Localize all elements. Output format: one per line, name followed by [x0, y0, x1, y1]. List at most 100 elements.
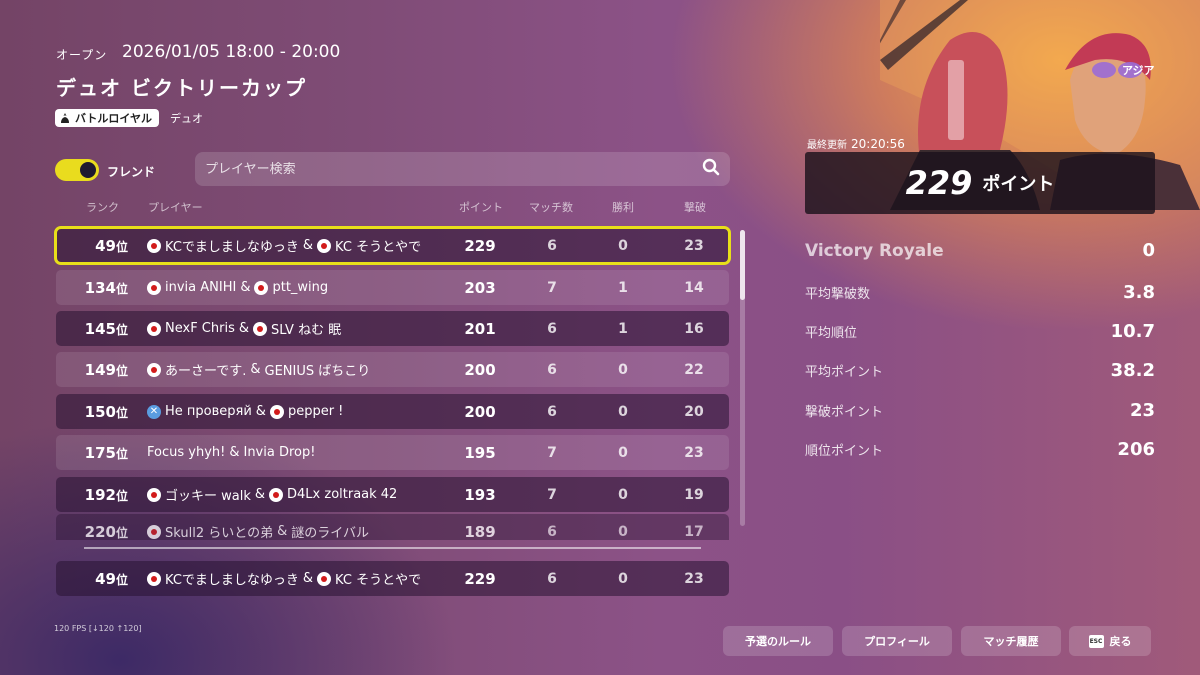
match-history-button[interactable]: マッチ履歴: [961, 626, 1061, 656]
elims-cell: 19: [684, 486, 704, 503]
player-cell: KCでましましなゆっき & KC そうとやで: [147, 569, 421, 588]
rank-cell: 49位: [95, 236, 128, 255]
player-name: Не проверяй: [165, 404, 252, 419]
japan-flag-icon: [147, 362, 161, 377]
total-points: 229: [905, 164, 973, 202]
japan-flag-icon: [147, 238, 161, 253]
stat-value: 0: [1142, 240, 1155, 261]
stat-row: 平均ポイント 38.2: [805, 360, 1155, 381]
table-row-selected[interactable]: 49位 KCでましましなゆっき & KC そうとやで 229 6 0 23: [54, 226, 731, 265]
table-row[interactable]: 149位 あーさーです. & GENIUS ばちこり 200 6 0 22: [56, 352, 729, 387]
japan-flag-icon: [147, 524, 161, 539]
table-row[interactable]: 134位 invia ANIHI & ptt_wing 203 7 1 14: [56, 270, 729, 305]
player-cell: あーさーです. & GENIUS ばちこり: [147, 360, 370, 379]
mode-sub-label: デュオ: [170, 112, 203, 125]
japan-flag-icon: [254, 280, 269, 295]
japan-flag-icon: [147, 571, 161, 586]
player-search-input[interactable]: [205, 161, 675, 177]
points-unit: ポイント: [982, 174, 1055, 195]
wins-cell: 0: [618, 486, 628, 503]
scrollbar-thumb[interactable]: [740, 230, 745, 300]
rank-cell: 134位: [84, 278, 128, 297]
points-cell: 201: [464, 319, 496, 338]
points-cell: 200: [464, 402, 496, 421]
back-button[interactable]: ESC 戻る: [1069, 626, 1151, 656]
matches-cell: 6: [547, 361, 557, 378]
stat-label: Victory Royale: [805, 240, 944, 261]
player-name: Focus yhyh!: [147, 445, 226, 460]
wins-cell: 0: [618, 444, 628, 461]
last-updated: 最終更新 20:20:56: [807, 137, 905, 151]
rank-cell: 220位: [84, 522, 128, 541]
page-title: デュオ ビクトリーカップ: [56, 76, 307, 100]
japan-flag-icon: [269, 404, 284, 419]
japan-flag-icon: [252, 321, 267, 336]
stat-label: 撃破ポイント: [805, 405, 884, 420]
esc-key-icon: ESC: [1088, 634, 1104, 648]
player-cell: Skull2 らいとの弟 & 謎のライバル: [147, 522, 369, 540]
elims-cell: 23: [684, 570, 704, 587]
pinned-player-row[interactable]: 49位 KCでましましなゆっき & KC そうとやで 229 6 0 23: [56, 561, 729, 596]
tournament-datetime: 2026/01/05 18:00 - 20:00: [122, 42, 341, 62]
table-row[interactable]: 220位 Skull2 らいとの弟 & 謎のライバル 189 6 0 17: [56, 514, 729, 540]
table-row[interactable]: 150位 Не проверяй&pepper ! 200 6 0 20: [56, 394, 729, 429]
rank-cell: 192位: [84, 485, 128, 504]
friends-toggle[interactable]: [55, 159, 99, 181]
japan-flag-icon: [317, 571, 332, 586]
table-row[interactable]: 145位 NexF Chris & SLV ねむ 眠 201 6 1 16: [56, 311, 729, 346]
mode-badge: バトルロイヤル: [55, 109, 159, 127]
player-search-box[interactable]: [195, 152, 730, 186]
player-cell: NexF Chris & SLV ねむ 眠: [147, 319, 341, 338]
elims-cell: 14: [684, 279, 704, 296]
total-points-box: 229 ポイント: [805, 152, 1155, 214]
player-cell: invia ANIHI & ptt_wing: [147, 280, 328, 295]
elims-cell: 23: [684, 237, 704, 254]
stat-label: 平均順位: [805, 326, 858, 341]
elims-cell: 22: [684, 361, 704, 378]
japan-flag-icon: [269, 487, 284, 502]
rules-button[interactable]: 予選のルール: [723, 626, 833, 656]
player-name: pepper !: [287, 404, 344, 419]
toggle-knob: [80, 162, 96, 178]
points-cell: 229: [464, 569, 496, 588]
points-cell: 193: [464, 485, 496, 504]
japan-flag-icon: [147, 321, 161, 336]
points-cell: 200: [464, 360, 496, 379]
table-row[interactable]: 192位 ゴッキー walk & D4Lx zoltraak 42 193 7 0 19: [56, 477, 729, 512]
rank-cell: 150位: [84, 402, 128, 421]
japan-flag-icon: [147, 487, 161, 502]
stat-row: 平均順位 10.7: [805, 321, 1155, 342]
player-name: ptt_wing: [272, 280, 329, 295]
table-row[interactable]: 175位 Focus yhyh! & Invia Drop! 195 7 0 23: [56, 435, 729, 470]
cross-flag-icon: [147, 404, 161, 419]
col-wins: 勝利: [612, 201, 634, 214]
matches-cell: 6: [547, 570, 557, 587]
stat-value: 10.7: [1110, 321, 1155, 342]
japan-flag-icon: [317, 238, 332, 253]
wins-cell: 0: [618, 523, 628, 540]
player-name: あーさーです.: [165, 364, 247, 379]
profile-button[interactable]: プロフィール: [842, 626, 952, 656]
col-player: プレイヤー: [148, 201, 203, 214]
rank-cell: 49位: [95, 569, 128, 588]
stat-row: 順位ポイント 206: [805, 439, 1155, 460]
mode-label: バトルロイヤル: [75, 112, 152, 125]
matches-cell: 6: [547, 237, 557, 254]
stat-value: 23: [1129, 400, 1155, 421]
col-matches: マッチ数: [529, 201, 573, 214]
col-rank: ランク: [86, 201, 119, 214]
player-name: 謎のライバル: [291, 526, 370, 540]
matches-cell: 6: [547, 523, 557, 540]
elims-cell: 17: [684, 523, 704, 540]
rank-cell: 145位: [84, 319, 128, 338]
wins-cell: 0: [618, 361, 628, 378]
stat-label: 順位ポイント: [805, 444, 884, 459]
search-icon[interactable]: [702, 158, 720, 180]
wins-cell: 0: [618, 403, 628, 420]
stat-row: Victory Royale 0: [805, 240, 1155, 261]
col-elims: 撃破: [684, 201, 706, 214]
battle-royale-icon: [59, 112, 71, 124]
matches-cell: 7: [547, 486, 557, 503]
wins-cell: 1: [618, 279, 628, 296]
stat-row: 撃破ポイント 23: [805, 400, 1155, 421]
